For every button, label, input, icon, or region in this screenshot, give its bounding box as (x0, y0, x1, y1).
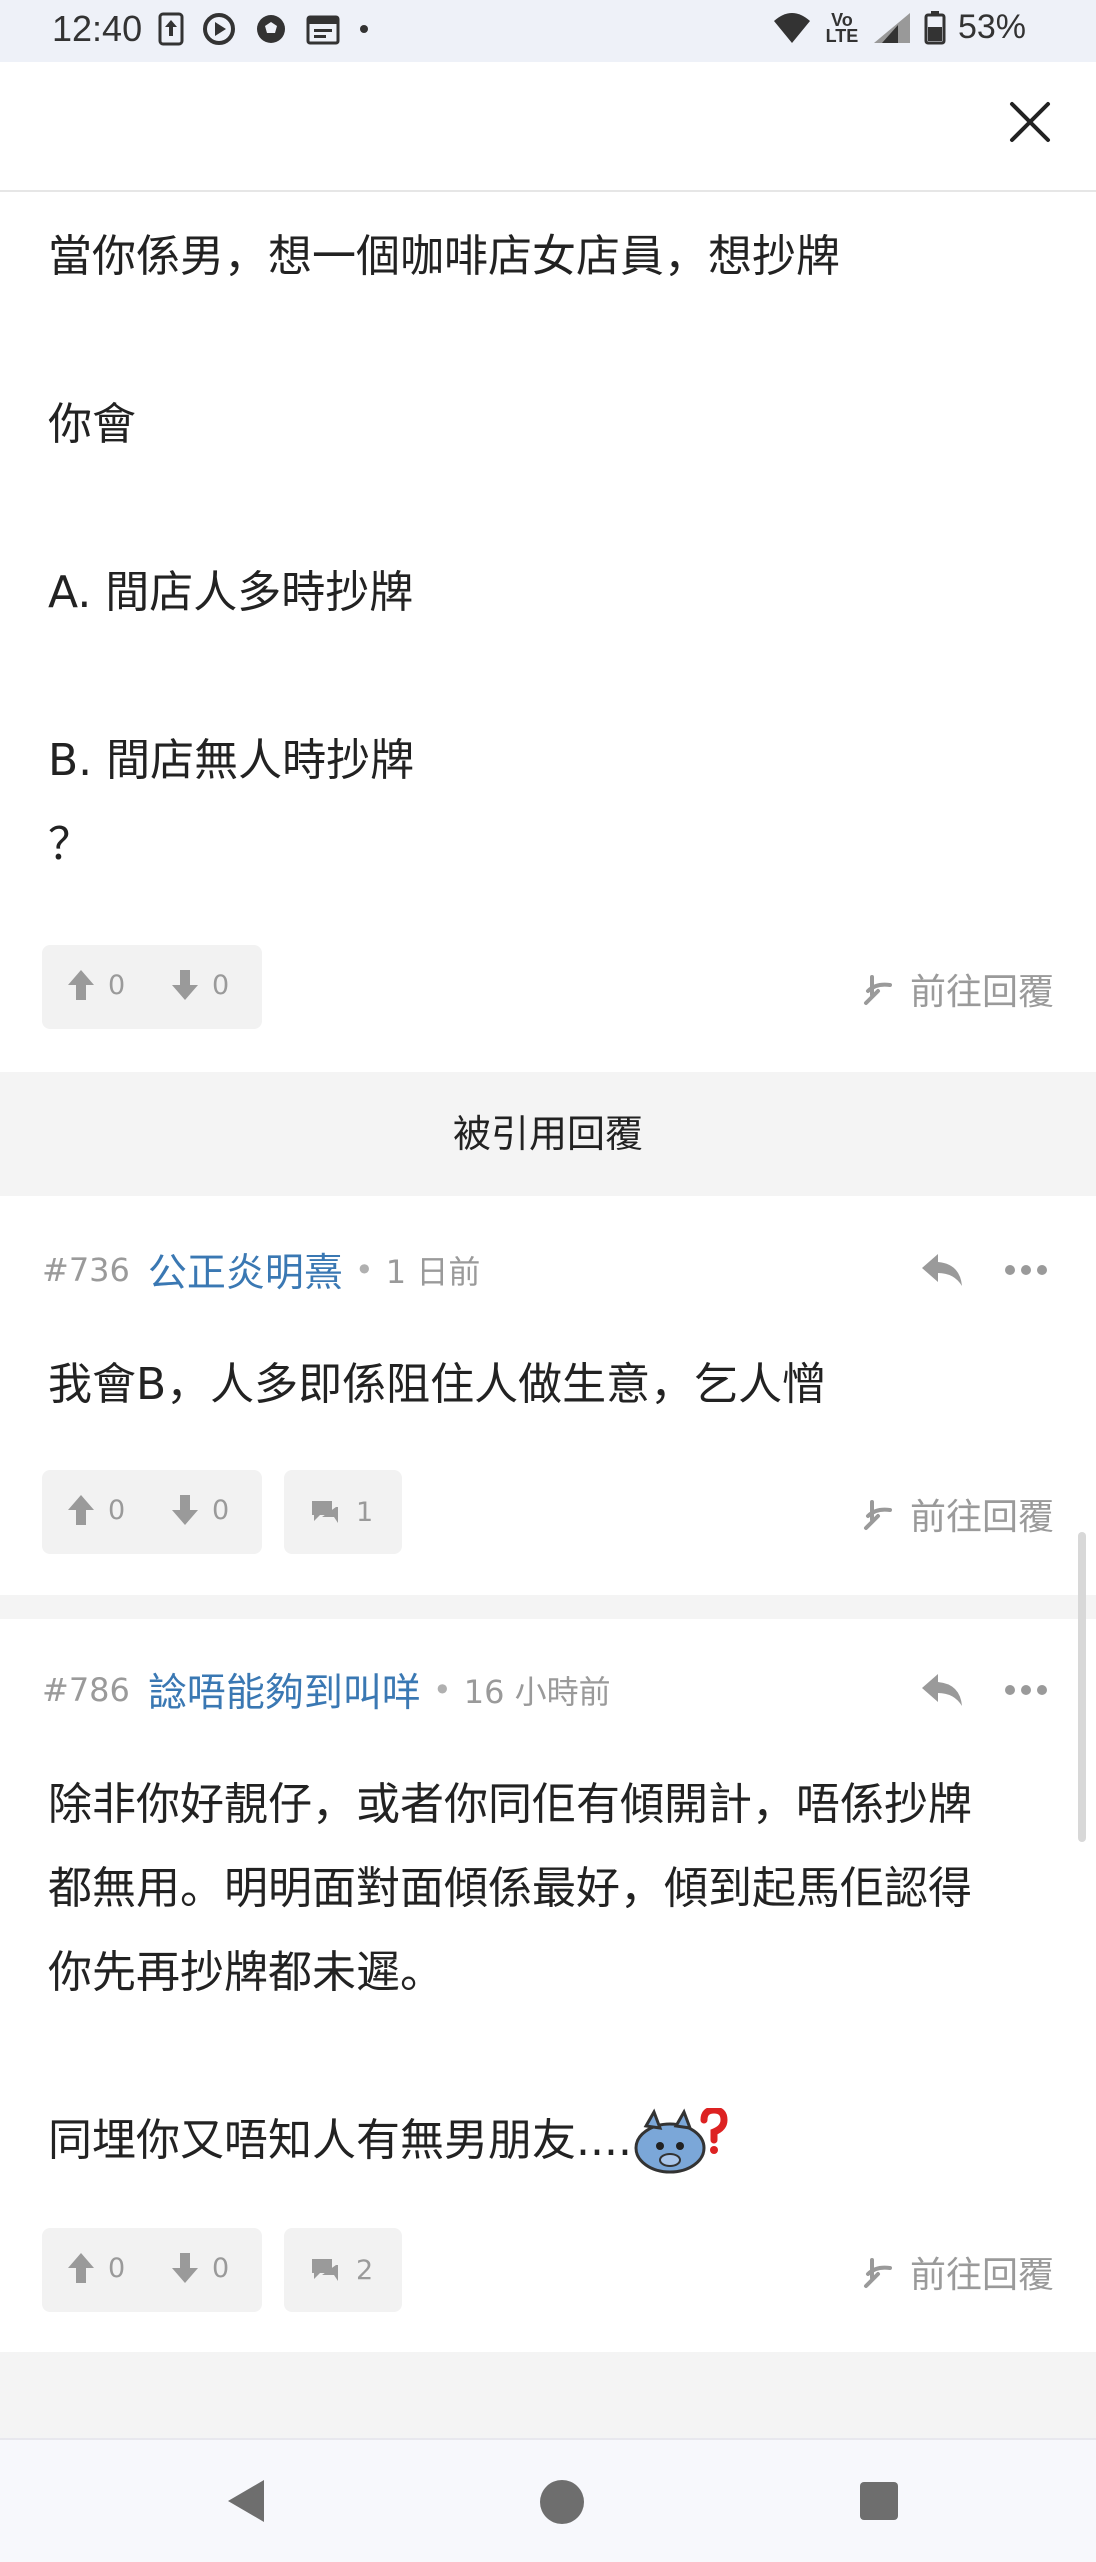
reply-action-bar: 0 0 1 前往回覆 (42, 1470, 1054, 1554)
reply-username[interactable]: 諗唔能夠到叫咩 (148, 1662, 421, 1718)
scrollbar[interactable] (1078, 1532, 1086, 1842)
reply-number[interactable]: #786 (42, 1671, 130, 1709)
goto-reply-label: 前往回覆 (909, 1497, 1054, 1538)
wifi-icon (773, 12, 810, 43)
network-type: Vo LTE (825, 9, 859, 46)
play-circle-icon (203, 13, 235, 45)
goto-reply-icon (863, 1500, 892, 1530)
reply-time: 16 小時前 (463, 1673, 611, 1711)
vote-pill: 0 0 (42, 1470, 262, 1554)
confused-pig-emoji-icon (634, 2108, 728, 2174)
bottom-divider (0, 2352, 1096, 2438)
upvote-count: 0 (108, 1494, 126, 1526)
reply-icon[interactable] (918, 1668, 966, 1712)
goto-reply-button[interactable]: 前往回覆 (862, 2246, 1054, 2298)
comments-button[interactable]: 2 (284, 2228, 402, 2312)
upvote-button[interactable]: 0 (66, 1493, 125, 1527)
reply-username[interactable]: 公正炎明熹 (148, 1242, 343, 1298)
status-right: Vo LTE 53% (772, 8, 1026, 47)
reply-line: 同埋你又唔知人有無男朋友.... (48, 2099, 1058, 2183)
goto-reply-button[interactable]: 前往回覆 (862, 1488, 1054, 1540)
goto-reply-button[interactable]: 前往回覆 (862, 963, 1054, 1015)
reply-icon[interactable] (918, 1248, 966, 1292)
more-options-icon[interactable] (1002, 1262, 1050, 1278)
back-icon[interactable] (222, 2476, 270, 2526)
status-time: 12:40 (52, 8, 143, 49)
post-body: 當你係男，想一個咖啡店女店員，想抄牌 你會 A. 間店人多時抄牌 B. 間店無人… (48, 215, 1048, 887)
downvote-count: 0 (212, 969, 230, 1001)
downvote-count: 0 (212, 1494, 230, 1526)
upload-icon (158, 12, 184, 46)
system-nav-bar (0, 2438, 1096, 2562)
home-icon[interactable] (538, 2478, 586, 2526)
downvote-button[interactable]: 0 (170, 1493, 229, 1527)
meta-separator: • (432, 1671, 452, 1709)
reply-line: 你先再抄牌都未遲。 (48, 1947, 444, 1998)
reply-body: 我會B，人多即係阻住人做生意，乞人憎 (48, 1359, 827, 1410)
goto-reply-label: 前往回覆 (909, 972, 1054, 1013)
goto-reply-icon (863, 975, 892, 1005)
battery-level: 53% (957, 8, 1026, 46)
post-paragraph: 你會 (48, 399, 136, 450)
comments-icon (312, 2259, 338, 2281)
post-paragraph: B. 間店無人時抄牌 (48, 735, 415, 786)
comments-icon (312, 1501, 338, 1523)
comments-button[interactable]: 1 (284, 1470, 402, 1554)
reply-line: 除非你好靚仔，或者你同佢有傾開計，唔係抄牌 (48, 1779, 972, 1830)
reply-action-bar: 0 0 2 前往回覆 (42, 2228, 1054, 2312)
thumb-up-arrow-icon (68, 2253, 94, 2283)
calendar-icon (306, 15, 340, 45)
upvote-count: 0 (108, 2252, 126, 2284)
goto-reply-label: 前往回覆 (909, 2255, 1054, 2296)
reply-meta: #736 公正炎明熹 • 1 日前 (42, 1240, 480, 1300)
reply-line-text: 同埋你又唔知人有無男朋友.... (48, 2115, 632, 2166)
downvote-count: 0 (212, 2252, 230, 2284)
reply-number[interactable]: #736 (42, 1251, 130, 1289)
upvote-button[interactable]: 0 (66, 2251, 125, 2285)
top-bar (0, 62, 1096, 192)
soccer-ball-icon (257, 15, 285, 43)
reply-line: 都無用。明明面對面傾係最好，傾到起馬佢認得 (48, 1863, 972, 1914)
thumb-down-arrow-icon (172, 2253, 198, 2283)
thumb-down-arrow-icon (172, 1495, 198, 1525)
quoted-replies-header: 被引用回覆 (0, 1072, 1096, 1196)
comments-count: 1 (356, 1496, 374, 1528)
battery-icon (924, 10, 946, 44)
meta-separator: • (354, 1251, 374, 1289)
upvote-count: 0 (108, 969, 126, 1001)
vote-pill: 0 0 (42, 2228, 262, 2312)
signal-icon (873, 12, 910, 43)
close-icon[interactable] (1000, 92, 1060, 152)
status-bar: 12:40 Vo LTE 53% (0, 0, 1096, 62)
thumb-up-arrow-icon (68, 970, 94, 1000)
upvote-button[interactable]: 0 (66, 968, 125, 1002)
post-paragraph: ？ (48, 819, 92, 870)
reply-time: 1 日前 (385, 1253, 481, 1291)
post-action-bar: 0 0 前往回覆 (42, 945, 1054, 1029)
vote-pill: 0 0 (42, 945, 262, 1029)
more-options-icon[interactable] (1002, 1682, 1050, 1698)
status-notification-icons (158, 12, 370, 46)
thumb-up-arrow-icon (68, 1495, 94, 1525)
thumb-down-arrow-icon (172, 970, 198, 1000)
more-notifications-icon (360, 25, 368, 33)
comments-count: 2 (356, 2254, 374, 2286)
reply-meta: #786 諗唔能夠到叫咩 • 16 小時前 (42, 1660, 611, 1720)
reply-body: 除非你好靚仔，或者你同佢有傾開計，唔係抄牌 都無用。明明面對面傾係最好，傾到起馬… (48, 1763, 1058, 2183)
downvote-button[interactable]: 0 (170, 2251, 229, 2285)
reply-divider (0, 1595, 1096, 1619)
downvote-button[interactable]: 0 (170, 968, 229, 1002)
goto-reply-icon (863, 2258, 892, 2288)
post-paragraph: A. 間店人多時抄牌 (48, 567, 414, 618)
post-paragraph: 當你係男，想一個咖啡店女店員，想抄牌 (48, 231, 840, 282)
recents-icon[interactable] (858, 2480, 900, 2522)
